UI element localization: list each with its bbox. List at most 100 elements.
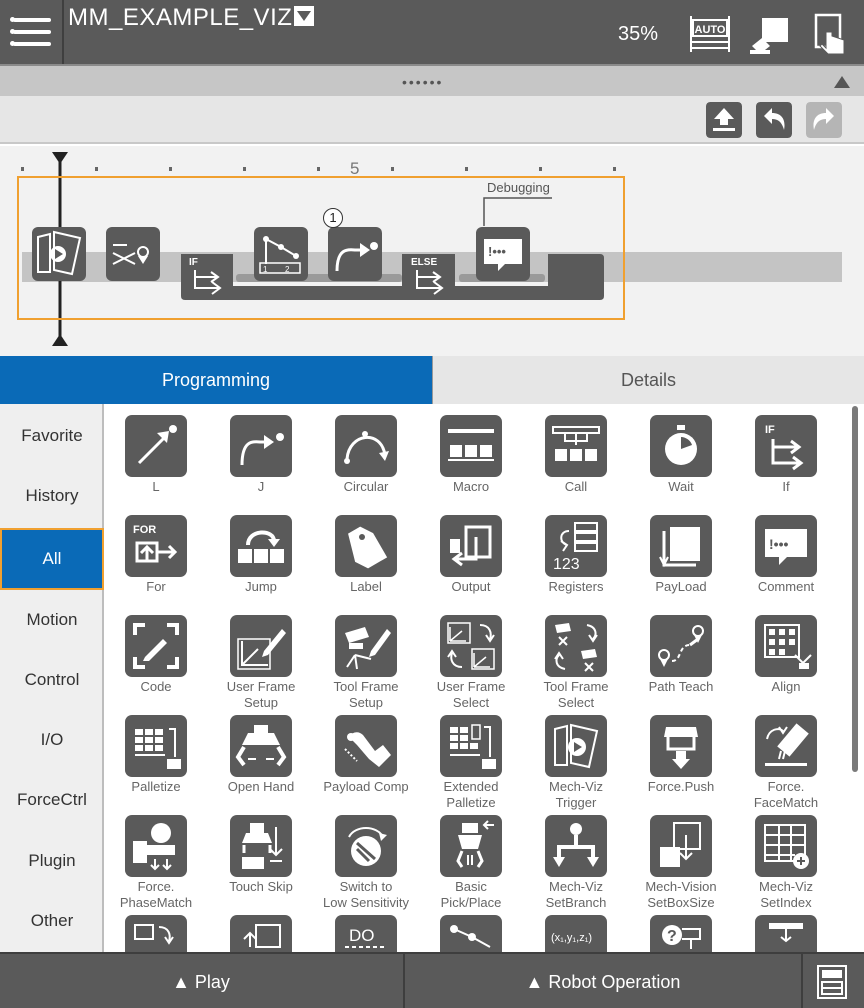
palette-item-call[interactable]: Call: [526, 407, 626, 503]
svg-text:(x₁,y₁,z₁): (x₁,y₁,z₁): [551, 932, 592, 944]
palette-item-label: Call: [522, 479, 630, 495]
palette-item-wait[interactable]: Wait: [631, 407, 731, 503]
ruler-label: 5: [350, 159, 360, 178]
redo-icon[interactable]: [806, 102, 842, 138]
ruler-ticks: [21, 167, 616, 171]
palette-item-label: J: [207, 479, 315, 495]
mech-viz-setindex-icon: [755, 815, 817, 877]
palette-item-path[interactable]: [421, 907, 521, 952]
upload-icon[interactable]: [706, 102, 742, 138]
label-line-1: Extended: [443, 779, 499, 794]
speed-readout[interactable]: 35%: [618, 23, 658, 46]
mech-vision-setboxsize-icon: [650, 815, 712, 877]
palette-item-mech-viz-setbranch[interactable]: Mech-Viz SetBranch: [526, 807, 626, 910]
label-line-1: Palletize: [131, 779, 181, 794]
palette-item-label: Wait: [627, 479, 735, 495]
palette-item-force-push[interactable]: Force.Push: [631, 707, 731, 803]
palette-item-touch-skip[interactable]: Touch Skip: [211, 807, 311, 903]
palette-item-payload-comp[interactable]: Payload Comp: [316, 707, 416, 803]
robot-operation-button[interactable]: ▲ Robot Operation: [403, 954, 803, 1008]
palette-item-extended-palletize[interactable]: Extended Palletize: [421, 707, 521, 810]
palette-item-path-teach[interactable]: Path Teach: [631, 607, 731, 703]
hamburger-menu-button[interactable]: [0, 0, 64, 64]
palette-item-tool-frame-setup[interactable]: Tool Frame Setup: [316, 607, 416, 710]
palette-item-mech-viz-setindex[interactable]: Mech-Viz SetIndex: [736, 807, 836, 910]
drag-handle-icon[interactable]: ••••••: [402, 74, 443, 90]
palette-item-mech-vision-setboxsize[interactable]: Mech-Vision SetBoxSize: [631, 807, 731, 910]
palette-item-output[interactable]: Output: [421, 507, 521, 603]
program-flow-canvas[interactable]: IF ELSE 1 2 !••• 5 Debugging 1: [0, 146, 864, 356]
if-icon: IF: [755, 415, 817, 477]
undo-icon[interactable]: [756, 102, 792, 138]
sidebar-item-other[interactable]: Other: [0, 911, 104, 931]
palette-item-question[interactable]: ?: [631, 907, 731, 952]
palette-item-extra-3[interactable]: [736, 907, 836, 952]
teach-pendant-icon[interactable]: [748, 12, 792, 56]
switch-low-sensitivity-icon: [335, 815, 397, 877]
sidebar-item-history[interactable]: History: [0, 486, 104, 506]
sidebar-item-all[interactable]: All: [0, 528, 104, 590]
palette-item-basic-pick-place[interactable]: Basic Pick/Place: [421, 807, 521, 910]
palette-scrollbar[interactable]: [852, 406, 858, 772]
sidebar-item-io[interactable]: I/O: [0, 730, 104, 750]
user-frame-select-icon: [440, 615, 502, 677]
palette-item-comment[interactable]: !••• Comment: [736, 507, 836, 603]
palette-item-circular[interactable]: Circular: [316, 407, 416, 503]
label-line-1: Comment: [757, 579, 815, 594]
palette-item-label: Comment: [732, 579, 840, 595]
palette-item-user-frame-setup[interactable]: User Frame Setup: [211, 607, 311, 710]
program-name-dropdown[interactable]: MM_EXAMPLE_VIZ: [68, 4, 315, 32]
panel-collapse-bar[interactable]: ••••••: [0, 64, 864, 96]
palette-item-label: For: [106, 579, 210, 595]
palette-item-l-move[interactable]: L: [106, 407, 206, 503]
palette-item-registers[interactable]: 123 Registers: [526, 507, 626, 603]
palette-item-jump[interactable]: Jump: [211, 507, 311, 603]
sidebar-item-plugin[interactable]: Plugin: [0, 851, 104, 871]
open-hand-icon: [230, 715, 292, 777]
palette-item-payload[interactable]: PayLoad: [631, 507, 731, 603]
collapse-up-icon[interactable]: [834, 76, 850, 88]
robot-panel-icon[interactable]: [812, 962, 852, 1002]
sidebar-item-control[interactable]: Control: [0, 670, 104, 690]
palette-item-do[interactable]: DO: [316, 907, 416, 952]
play-button[interactable]: ▲ Play: [0, 954, 402, 1008]
palette-item-force-facematch[interactable]: Force. FaceMatch: [736, 707, 836, 810]
palette-item-label[interactable]: Label: [316, 507, 416, 603]
palette-item-open-hand[interactable]: Open Hand: [211, 707, 311, 803]
palette-item-j-move[interactable]: J: [211, 407, 311, 503]
palette-item-for[interactable]: FOR For: [106, 507, 206, 603]
touch-screen-icon[interactable]: [808, 12, 852, 56]
palette-item-code[interactable]: Code: [106, 607, 206, 703]
sidebar-item-motion[interactable]: Motion: [0, 610, 104, 630]
svg-text:?: ?: [667, 928, 677, 945]
palette-item-user-frame-select[interactable]: User Frame Select: [421, 607, 521, 710]
label-line-1: Jump: [245, 579, 277, 594]
svg-text:123: 123: [553, 556, 580, 573]
palette-item-mech-viz-trigger[interactable]: Mech-Viz Trigger: [526, 707, 626, 810]
command-palette: L J Circular Macro Call Wait IF If FOR For Jump Lab…: [106, 404, 864, 952]
palette-item-tool-frame-select[interactable]: Tool Frame Select: [526, 607, 626, 710]
auto-mode-icon[interactable]: AUTO: [688, 12, 732, 56]
palette-item-extra-2[interactable]: [211, 907, 311, 952]
sidebar-item-forcectrl[interactable]: ForceCtrl: [0, 790, 104, 810]
palette-item-if[interactable]: IF If: [736, 407, 836, 503]
macro-icon: [440, 415, 502, 477]
palette-item-label: Open Hand: [207, 779, 315, 795]
align-icon: [755, 615, 817, 677]
palette-item-switch-low-sensitivity[interactable]: Switch to Low Sensitivity: [316, 807, 416, 910]
sidebar-item-favorite[interactable]: Favorite: [0, 426, 104, 446]
palette-item-force-phasematch[interactable]: Force. PhaseMatch: [106, 807, 206, 910]
palette-item-macro[interactable]: Macro: [421, 407, 521, 503]
extra-1-icon: [125, 915, 187, 952]
palette-item-label: Force.Push: [627, 779, 735, 795]
palette-item-palletize[interactable]: Palletize: [106, 707, 206, 803]
hamburger-dot: [10, 41, 15, 46]
tab-details[interactable]: Details: [432, 356, 864, 404]
palette-item-label: Path Teach: [627, 679, 735, 695]
path-icon: [440, 915, 502, 952]
palette-item-extra-1[interactable]: [106, 907, 206, 952]
tab-programming[interactable]: Programming: [0, 356, 432, 404]
palette-item-xyz-position[interactable]: (x₁,y₁,z₁): [526, 907, 626, 952]
basic-pick-place-icon: [440, 815, 502, 877]
palette-item-align[interactable]: Align: [736, 607, 836, 703]
